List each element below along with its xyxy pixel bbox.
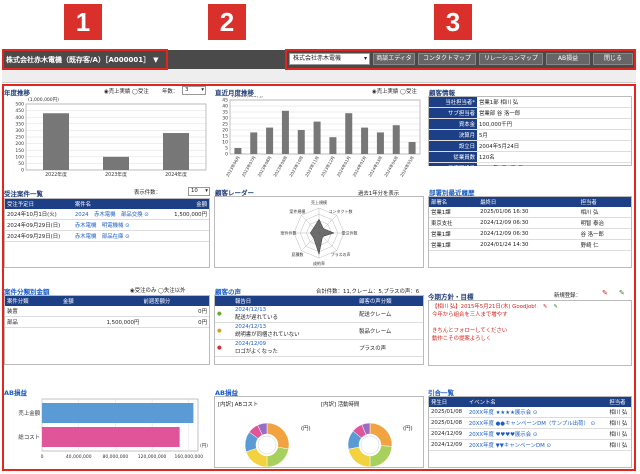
highlight-box-2 xyxy=(2,84,636,471)
callout-3: 3 xyxy=(434,4,472,40)
highlight-box-1 xyxy=(2,49,168,70)
callout-1: 1 xyxy=(64,4,102,40)
callout-2: 2 xyxy=(208,4,246,40)
highlight-box-3 xyxy=(285,49,636,70)
sub-toolbar xyxy=(2,69,636,83)
